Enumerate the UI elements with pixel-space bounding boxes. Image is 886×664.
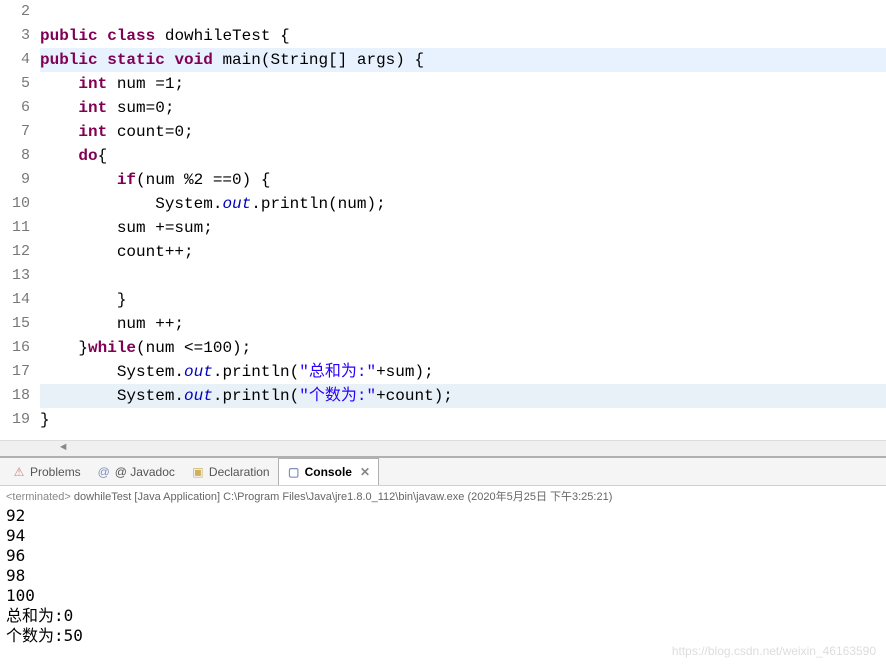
code-line[interactable]: int count=0; <box>40 120 886 144</box>
line-number: 10 <box>0 192 30 216</box>
code-line[interactable]: public static void main(String[] args) { <box>40 48 886 72</box>
tab-declaration[interactable]: ▣ Declaration <box>183 458 278 485</box>
console-line: 100 <box>6 586 880 606</box>
line-number: 2 <box>0 0 30 24</box>
tab-label: Problems <box>30 465 81 479</box>
line-number: 16 <box>0 336 30 360</box>
code-line[interactable] <box>40 264 886 288</box>
code-line[interactable]: System.out.println("个数为:"+count); <box>40 384 886 408</box>
console-icon: ▢ <box>287 465 301 479</box>
close-icon[interactable]: ✕ <box>360 465 370 479</box>
line-number: 14 <box>0 288 30 312</box>
horizontal-scrollbar[interactable]: ◄ <box>0 440 886 456</box>
code-line[interactable]: if(num %2 ==0) { <box>40 168 886 192</box>
console-header: <terminated> dowhileTest [Java Applicati… <box>0 486 886 506</box>
console-line: 94 <box>6 526 880 546</box>
problems-icon: ⚠ <box>12 465 26 479</box>
tab-problems[interactable]: ⚠ Problems <box>4 458 89 485</box>
line-number: 6 <box>0 96 30 120</box>
declaration-icon: ▣ <box>191 465 205 479</box>
line-number: 3 <box>0 24 30 48</box>
code-line[interactable] <box>40 0 886 24</box>
tab-label: Declaration <box>209 465 270 479</box>
code-content[interactable]: public class dowhileTest {public static … <box>40 0 886 432</box>
line-number: 13 <box>0 264 30 288</box>
line-number: 17 <box>0 360 30 384</box>
line-number: 12 <box>0 240 30 264</box>
code-line[interactable]: }while(num <=100); <box>40 336 886 360</box>
line-number: 15 <box>0 312 30 336</box>
code-line[interactable]: sum +=sum; <box>40 216 886 240</box>
watermark: https://blog.csdn.net/weixin_46163590 <box>672 644 876 658</box>
javadoc-icon: @ <box>97 465 111 479</box>
line-number: 7 <box>0 120 30 144</box>
line-number: 9 <box>0 168 30 192</box>
code-line[interactable]: public class dowhileTest { <box>40 24 886 48</box>
code-line[interactable]: count++; <box>40 240 886 264</box>
tab-console[interactable]: ▢ Console ✕ <box>278 458 379 485</box>
console-line: 96 <box>6 546 880 566</box>
code-line[interactable]: } <box>40 408 886 432</box>
tab-label: @ Javadoc <box>115 465 175 479</box>
code-line[interactable]: do{ <box>40 144 886 168</box>
console-line: 92 <box>6 506 880 526</box>
scroll-left-icon[interactable]: ◄ <box>60 442 67 454</box>
console-line: 总和为:0 <box>6 606 880 626</box>
console-line: 个数为:50 <box>6 626 880 646</box>
line-number: 4 <box>0 48 30 72</box>
terminated-status: <terminated> <box>6 491 71 503</box>
console-line: 98 <box>6 566 880 586</box>
console-output[interactable]: 92949698100总和为:0个数为:50 <box>0 506 886 646</box>
code-line[interactable]: int sum=0; <box>40 96 886 120</box>
line-number: 11 <box>0 216 30 240</box>
line-number: 19 <box>0 408 30 432</box>
tab-javadoc[interactable]: @ @ Javadoc <box>89 458 183 485</box>
bottom-panel: ⚠ Problems @ @ Javadoc ▣ Declaration ▢ C… <box>0 456 886 646</box>
code-line[interactable]: int num =1; <box>40 72 886 96</box>
code-editor[interactable]: 2345678910111213141516171819 public clas… <box>0 0 886 440</box>
code-line[interactable]: } <box>40 288 886 312</box>
line-number: 5 <box>0 72 30 96</box>
console-title: dowhileTest [Java Application] C:\Progra… <box>74 491 612 503</box>
line-number: 8 <box>0 144 30 168</box>
code-line[interactable]: System.out.println(num); <box>40 192 886 216</box>
code-line[interactable]: System.out.println("总和为:"+sum); <box>40 360 886 384</box>
code-line[interactable]: num ++; <box>40 312 886 336</box>
tab-label: Console <box>305 465 352 479</box>
line-number: 18 <box>0 384 30 408</box>
line-number-gutter: 2345678910111213141516171819 <box>0 0 40 432</box>
tabs-bar: ⚠ Problems @ @ Javadoc ▣ Declaration ▢ C… <box>0 458 886 486</box>
